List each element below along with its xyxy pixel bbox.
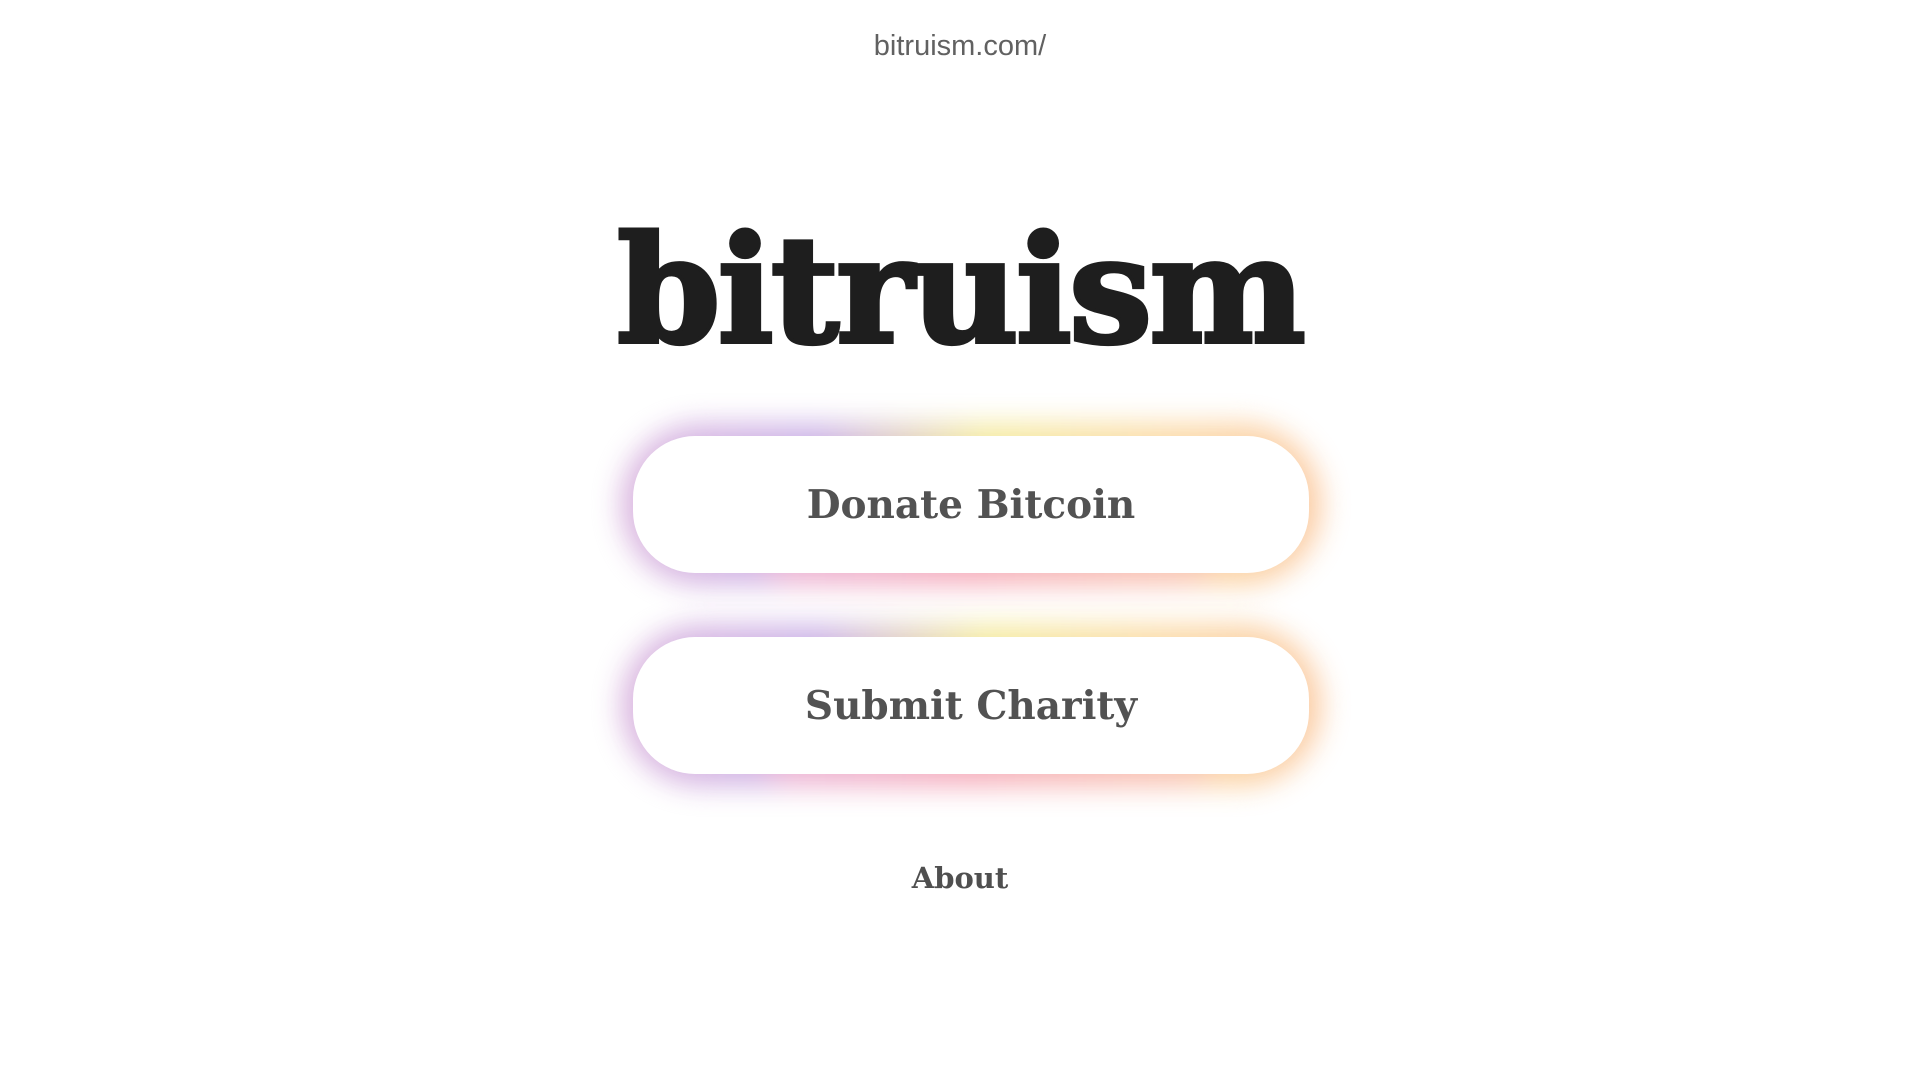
site-logo: bitruism — [615, 203, 1308, 377]
submit-button-container: Submit Charity — [621, 625, 1321, 786]
about-link-row: About — [0, 860, 1920, 896]
address-bar-url[interactable]: bitruism.com/ — [0, 28, 1920, 64]
submit-charity-button[interactable]: Submit Charity — [633, 637, 1309, 774]
page: bitruism.com/ bitruism Donate Bitcoin Su… — [0, 0, 1920, 1080]
about-link[interactable]: About — [912, 861, 1009, 895]
donate-button-container: Donate Bitcoin — [621, 424, 1321, 585]
donate-bitcoin-button[interactable]: Donate Bitcoin — [633, 436, 1309, 573]
